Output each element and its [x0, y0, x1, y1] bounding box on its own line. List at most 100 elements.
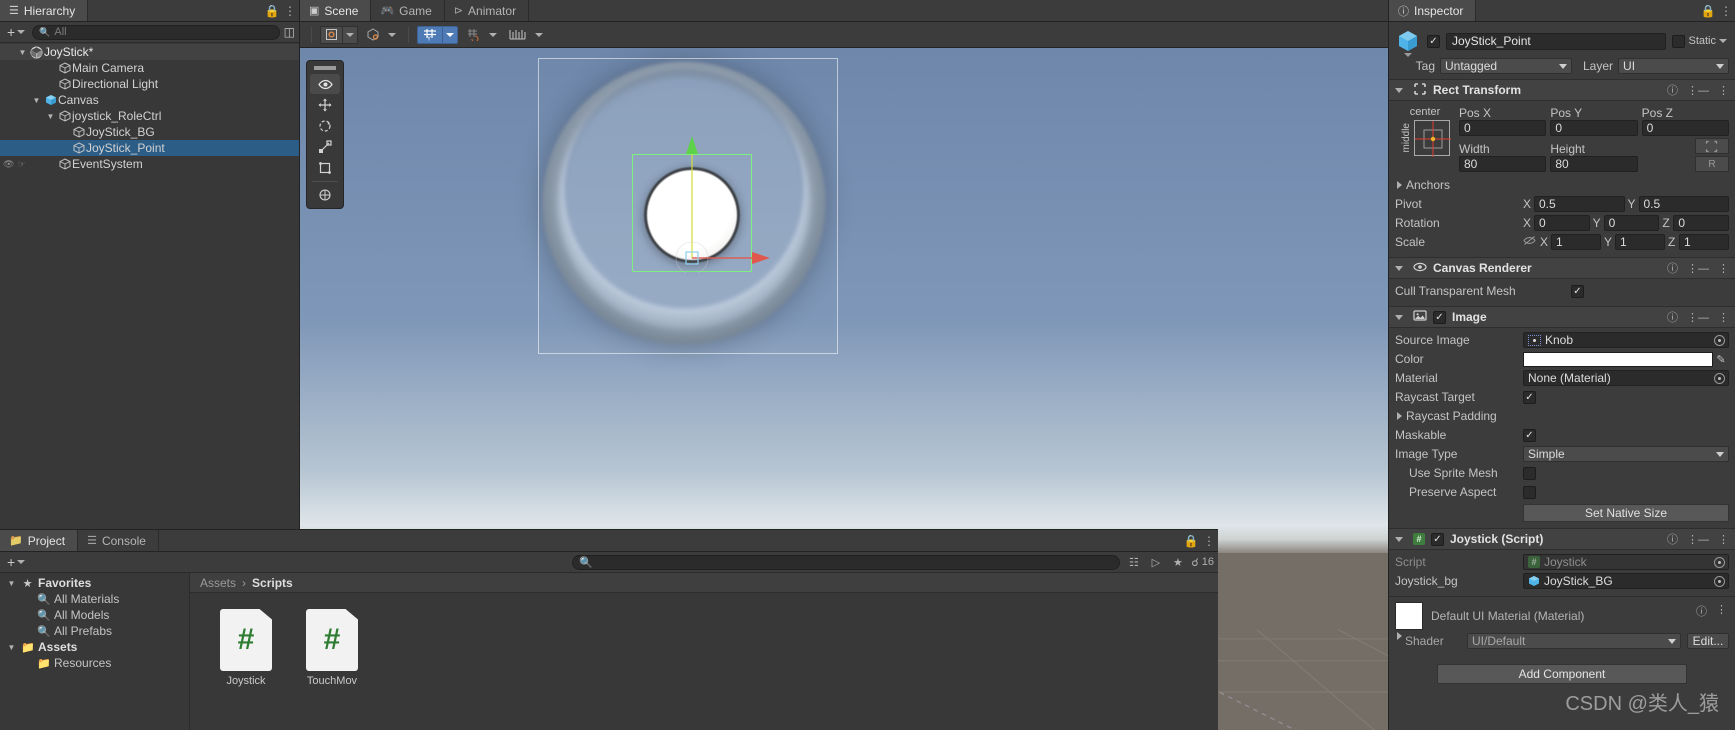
preset-icon[interactable]: ⋮―: [1687, 84, 1709, 97]
foldout-open-icon[interactable]: ▼: [16, 48, 29, 57]
hierarchy-item-main-camera[interactable]: Main Camera: [0, 60, 299, 76]
anchor-preset-widget[interactable]: center middle: [1395, 106, 1455, 172]
rotation-y-field[interactable]: 0: [1603, 215, 1660, 231]
help-icon[interactable]: ⓘ: [1667, 82, 1678, 98]
object-picker-icon-joystick-bg[interactable]: [1714, 575, 1725, 587]
project-tree-item-all-prefabs[interactable]: 🔍 All Prefabs: [0, 623, 189, 639]
scale-tool[interactable]: [310, 137, 340, 157]
scale-z-field[interactable]: 1: [1679, 234, 1729, 250]
shader-dropdown[interactable]: UI/Default: [1467, 633, 1681, 649]
joystick-bg-field[interactable]: JoyStick_BG: [1523, 573, 1729, 589]
rect-tool[interactable]: [310, 158, 340, 178]
help-icon-canvas-renderer[interactable]: ⓘ: [1667, 260, 1678, 276]
breadcrumb-root[interactable]: Assets: [200, 576, 236, 590]
foldout-icon-image[interactable]: [1395, 314, 1403, 320]
layer-dropdown[interactable]: UI: [1618, 58, 1729, 74]
project-tree-item-all-models[interactable]: 🔍 All Models: [0, 607, 189, 623]
eyedropper-icon[interactable]: ✎: [1713, 353, 1729, 366]
pivot-mode-dropdown[interactable]: [342, 25, 358, 44]
component-header-rect-transform[interactable]: Rect Transform ⓘ ⋮― ⋮: [1389, 79, 1735, 101]
snap-increment-button[interactable]: [461, 25, 486, 44]
image-type-dropdown[interactable]: Simple: [1523, 446, 1729, 462]
pivot-x-field[interactable]: 0.5: [1534, 196, 1625, 212]
object-picker-icon-source-image[interactable]: [1714, 334, 1725, 346]
scale-x-field[interactable]: 1: [1551, 234, 1601, 250]
tab-hierarchy[interactable]: ☰ Hierarchy: [0, 0, 89, 21]
object-picker-icon-material[interactable]: [1714, 372, 1725, 384]
material-field[interactable]: None (Material): [1523, 370, 1729, 386]
hierarchy-search-input[interactable]: 🔍 All: [32, 24, 280, 40]
search-by-label-icon[interactable]: ▷: [1147, 555, 1164, 570]
hierarchy-item-directional-light[interactable]: Directional Light: [0, 76, 299, 92]
use-sprite-mesh-checkbox[interactable]: ✓: [1523, 466, 1536, 480]
help-icon-image[interactable]: ⓘ: [1667, 309, 1678, 325]
component-header-canvas-renderer[interactable]: Canvas Renderer ⓘ ⋮― ⋮: [1389, 257, 1735, 279]
project-tree-item-resources[interactable]: 📁 Resources: [0, 655, 189, 671]
pivot-y-field[interactable]: 0.5: [1638, 196, 1729, 212]
foldout-open-icon[interactable]: ▼: [6, 579, 17, 588]
preset-icon-joystick-script[interactable]: ⋮―: [1687, 533, 1709, 546]
asset-item[interactable]: # Joystick: [214, 609, 278, 687]
rotate-tool[interactable]: [310, 116, 340, 136]
view-hand-tool[interactable]: [310, 74, 340, 94]
hierarchy-item-joystick-bg[interactable]: JoyStick_BG: [0, 124, 299, 140]
foldout-icon-material-preview[interactable]: [1397, 632, 1402, 640]
pos-z-field[interactable]: 0: [1641, 120, 1729, 136]
tab-animator[interactable]: ⊳ Animator: [445, 0, 530, 21]
shader-edit-button[interactable]: Edit...: [1687, 633, 1729, 649]
add-component-button[interactable]: Add Component: [1437, 664, 1687, 684]
context-menu-icon-joystick-script[interactable]: ⋮: [1718, 533, 1729, 546]
static-dropdown-icon[interactable]: [1719, 39, 1727, 43]
foldout-icon-canvas-renderer[interactable]: [1395, 265, 1403, 271]
visibility-picking-icons[interactable]: 👁 ☞: [3, 159, 26, 170]
hidden-packages-toggle[interactable]: ☌ 16: [1191, 555, 1214, 570]
handle-space-dropdown[interactable]: [384, 25, 400, 44]
breadcrumb-current[interactable]: Scripts: [252, 576, 293, 590]
static-checkbox[interactable]: ✓: [1672, 34, 1686, 48]
eye-icon[interactable]: 👁: [3, 159, 14, 170]
rotation-x-field[interactable]: 0: [1534, 215, 1590, 231]
raw-edit-mode-button[interactable]: R: [1694, 156, 1729, 172]
foldout-icon-anchors[interactable]: [1397, 181, 1402, 189]
joystick-script-enabled-checkbox[interactable]: ✓: [1431, 532, 1444, 546]
context-menu-icon-canvas-renderer[interactable]: ⋮: [1718, 262, 1729, 275]
project-lock-icon[interactable]: 🔒: [1182, 530, 1200, 551]
grid-axis-button[interactable]: Y: [417, 25, 443, 44]
preset-icon-image[interactable]: ⋮―: [1687, 311, 1709, 324]
grid-dropdown[interactable]: [442, 25, 458, 44]
hierarchy-item-joystick-point[interactable]: JoyStick_Point: [0, 140, 299, 156]
tab-project[interactable]: 📁 Project: [0, 530, 79, 551]
hierarchy-menu-icon[interactable]: ⋮: [281, 0, 299, 21]
preserve-aspect-checkbox[interactable]: ✓: [1523, 485, 1536, 499]
project-search-input[interactable]: 🔍: [572, 554, 1121, 570]
raycast-padding-row[interactable]: Raycast Padding: [1395, 407, 1729, 425]
color-swatch-field[interactable]: [1523, 351, 1713, 367]
project-create-button[interactable]: +: [4, 554, 28, 570]
constrain-proportions-icon[interactable]: [1523, 235, 1536, 249]
project-tree-item-favorites[interactable]: ▼ ★ Favorites: [0, 575, 189, 591]
ruler-dropdown[interactable]: [531, 25, 547, 44]
preset-icon-canvas-renderer[interactable]: ⋮―: [1687, 262, 1709, 275]
object-picker-icon-script[interactable]: [1714, 556, 1725, 568]
gameobject-name-field[interactable]: JoyStick_Point: [1446, 32, 1667, 50]
hierarchy-lock-icon[interactable]: 🔒: [263, 0, 281, 21]
hierarchy-item-joystick-rolectrl[interactable]: ▼ joystick_RoleCtrl: [0, 108, 299, 124]
help-icon-joystick-script[interactable]: ⓘ: [1667, 531, 1678, 547]
gameobject-enabled-checkbox[interactable]: ✓: [1427, 34, 1440, 48]
foldout-icon-raycast-padding[interactable]: [1397, 412, 1402, 420]
transform-tool[interactable]: [310, 185, 340, 205]
pos-y-field[interactable]: 0: [1550, 120, 1638, 136]
anchor-preset-box[interactable]: [1413, 120, 1451, 157]
hierarchy-item-canvas[interactable]: ▼ Canvas: [0, 92, 299, 108]
tag-dropdown[interactable]: Untagged: [1440, 58, 1572, 74]
tab-inspector[interactable]: ⓘ Inspector: [1389, 0, 1477, 21]
component-header-joystick-script[interactable]: # ✓ Joystick (Script) ⓘ ⋮― ⋮: [1389, 528, 1735, 550]
foldout-icon-joystick-script[interactable]: [1395, 536, 1403, 542]
source-image-field[interactable]: Knob: [1523, 332, 1729, 348]
script-field[interactable]: # Joystick: [1523, 554, 1729, 570]
project-menu-icon[interactable]: ⋮: [1200, 530, 1218, 551]
tools-drag-handle[interactable]: [314, 66, 336, 70]
component-header-image[interactable]: ✓ Image ⓘ ⋮― ⋮: [1389, 306, 1735, 328]
scale-y-field[interactable]: 1: [1615, 234, 1665, 250]
project-tree-item-all-materials[interactable]: 🔍 All Materials: [0, 591, 189, 607]
